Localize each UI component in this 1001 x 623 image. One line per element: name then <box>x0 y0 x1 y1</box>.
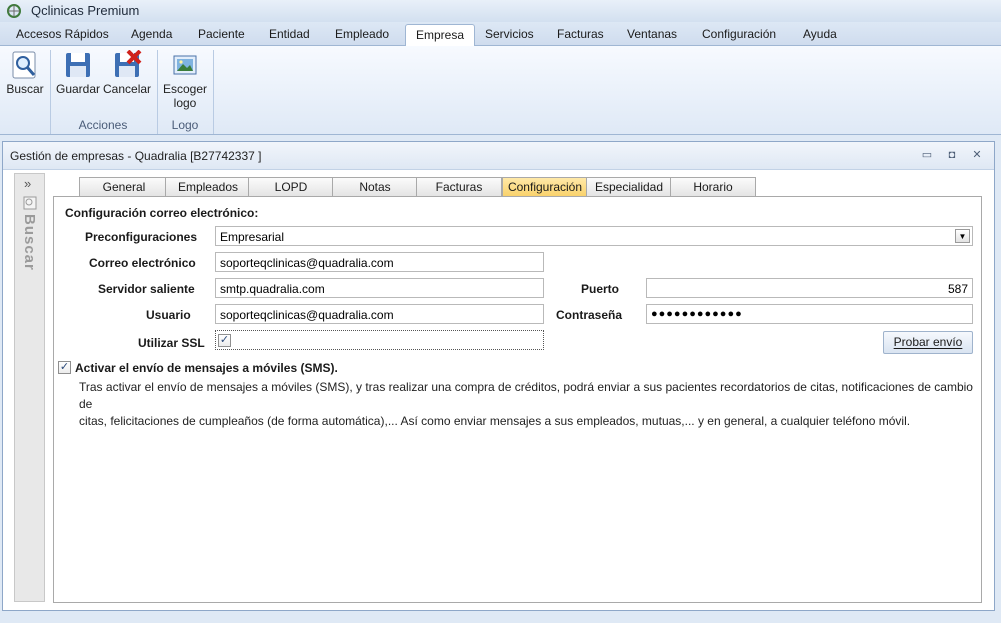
menu-accesos-rapidos[interactable]: Accesos Rápidos <box>16 27 109 41</box>
menu-ayuda[interactable]: Ayuda <box>803 27 837 41</box>
probar-envio-button[interactable]: Probar envío <box>883 331 973 354</box>
cancelar-label: Cancelar <box>103 82 152 96</box>
sms-checkbox[interactable]: ✓ <box>58 361 71 374</box>
escoger-label-line1: Escoger <box>162 82 208 96</box>
preconfiguraciones-value: Empresarial <box>220 230 285 244</box>
sms-description: Tras activar el envío de mensajes a móvi… <box>79 379 979 430</box>
correo-field[interactable]: soporteqclinicas@quadralia.com <box>215 252 544 272</box>
contrasena-field[interactable]: ●●●●●●●●●●●● <box>646 304 973 324</box>
menu-entidad[interactable]: Entidad <box>269 27 310 41</box>
sms-description-line2: citas, felicitaciones de cumpleaños (de … <box>79 414 911 428</box>
main-menu-bar: Accesos Rápidos Agenda Paciente Entidad … <box>0 22 1001 47</box>
escoger-logo-button[interactable]: Escoger logo <box>162 50 208 110</box>
sms-label[interactable]: Activar el envío de mensajes a móviles (… <box>75 361 338 375</box>
ssl-checkbox[interactable]: ✓ <box>218 334 231 347</box>
side-panel-label: Buscar <box>21 214 38 271</box>
tab-especialidad[interactable]: Especialidad <box>586 177 672 196</box>
group-separator <box>213 50 214 134</box>
preconfiguraciones-label: Preconfiguraciones <box>85 230 198 244</box>
contrasena-label: Contraseña <box>556 308 623 322</box>
save-icon <box>66 53 90 77</box>
ssl-checkbox-area[interactable]: ✓ <box>215 330 544 350</box>
document-title: Gestión de empresas - Quadralia [B277423… <box>10 149 262 163</box>
probar-envio-label: Probar envío <box>893 335 963 349</box>
servidor-label: Servidor saliente <box>98 282 195 296</box>
group-label-logo: Logo <box>171 118 199 132</box>
usuario-label: Usuario <box>146 308 191 322</box>
email-section-title: Configuración correo electrónico: <box>65 206 259 220</box>
usuario-field[interactable]: soporteqclinicas@quadralia.com <box>215 304 544 324</box>
search-icon <box>12 51 36 79</box>
search-icon <box>23 196 37 210</box>
tab-lopd[interactable]: LOPD <box>248 177 334 196</box>
menu-empresa[interactable]: Empresa <box>405 24 476 47</box>
preconfiguraciones-select[interactable]: Empresarial ▼ <box>215 226 973 246</box>
menu-paciente[interactable]: Paciente <box>198 27 245 41</box>
puerto-label: Puerto <box>581 282 620 296</box>
image-folder-icon <box>173 55 197 75</box>
guardar-label: Guardar <box>55 82 101 96</box>
puerto-field[interactable]: 587 <box>646 278 973 298</box>
title-bar: Qclinicas Premium <box>0 0 1001 22</box>
tab-general[interactable]: General <box>79 177 169 196</box>
menu-facturas[interactable]: Facturas <box>557 27 604 41</box>
menu-servicios[interactable]: Servicios <box>485 27 534 41</box>
tab-configuracion[interactable]: Configuración <box>502 177 588 196</box>
sms-description-line1: Tras activar el envío de mensajes a móvi… <box>79 380 973 411</box>
tab-horario[interactable]: Horario <box>670 177 756 196</box>
configuracion-panel: Configuración correo electrónico: Precon… <box>53 196 982 603</box>
group-label-acciones: Acciones <box>78 118 128 132</box>
gestion-empresas-window: Gestión de empresas - Quadralia [B277423… <box>2 141 995 611</box>
chevron-down-icon[interactable]: ▼ <box>955 229 970 243</box>
buscar-button[interactable]: Buscar <box>6 50 44 96</box>
correo-label: Correo electrónico <box>89 256 196 270</box>
menu-agenda[interactable]: Agenda <box>131 27 172 41</box>
tab-notas[interactable]: Notas <box>332 177 418 196</box>
app-title: Qclinicas Premium <box>31 3 140 18</box>
cancelar-button[interactable]: Cancelar <box>103 50 151 96</box>
app-logo-icon <box>7 4 21 18</box>
expand-chevron-icon[interactable]: » <box>24 176 31 191</box>
minimize-icon[interactable]: ▭ <box>920 148 934 162</box>
ssl-label: Utilizar SSL <box>138 336 205 350</box>
menu-ventanas[interactable]: Ventanas <box>627 27 677 41</box>
restore-icon[interactable]: ◘ <box>945 148 959 162</box>
guardar-button[interactable]: Guardar <box>55 50 101 96</box>
search-side-panel[interactable]: » Buscar <box>14 173 45 602</box>
menu-configuracion[interactable]: Configuración <box>702 27 776 41</box>
buscar-label: Buscar <box>6 82 44 96</box>
ribbon-toolbar: Buscar Guardar Cancelar Acciones Escoger… <box>0 46 1001 135</box>
status-bar <box>0 617 1001 623</box>
tab-empleados[interactable]: Empleados <box>165 177 251 196</box>
tab-facturas[interactable]: Facturas <box>416 177 502 196</box>
document-header: Gestión de empresas - Quadralia [B277423… <box>3 142 994 170</box>
close-icon[interactable]: ✕ <box>970 148 984 162</box>
menu-empleado[interactable]: Empleado <box>335 27 389 41</box>
servidor-field[interactable]: smtp.quadralia.com <box>215 278 544 298</box>
escoger-label-line2: logo <box>173 96 197 110</box>
cancel-save-icon <box>115 50 142 77</box>
